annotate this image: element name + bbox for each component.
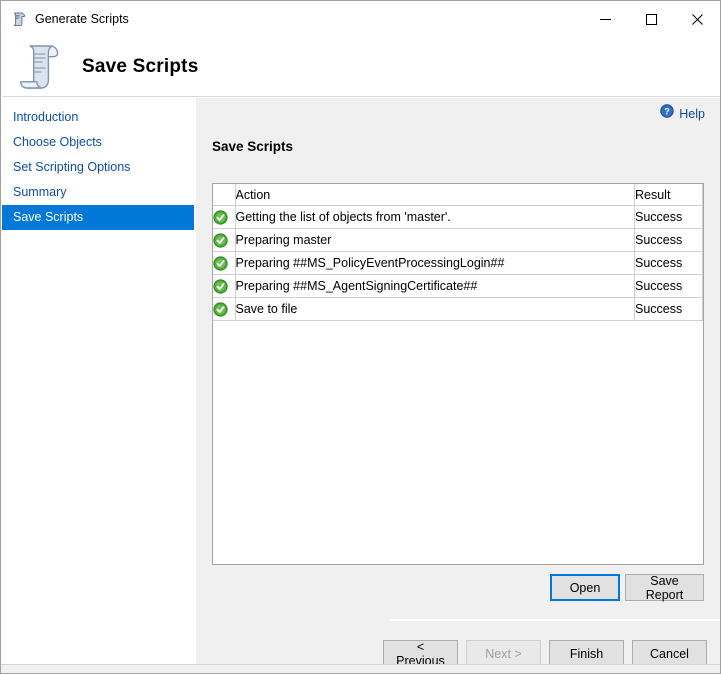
window-body: Introduction Choose Objects Set Scriptin… [2, 98, 721, 666]
table-row[interactable]: Getting the list of objects from 'master… [213, 206, 703, 229]
table-row[interactable]: Preparing ##MS_PolicyEventProcessingLogi… [213, 252, 703, 275]
sidebar-item-summary[interactable]: Summary [2, 180, 194, 205]
column-header-action[interactable]: Action [235, 184, 635, 206]
cell-action: Preparing master [235, 229, 635, 252]
table-row[interactable]: Preparing master Success [213, 229, 703, 252]
page-title: Save Scripts [82, 56, 198, 78]
open-button[interactable]: Open [550, 574, 620, 601]
help-question-icon: ? [660, 104, 674, 123]
cell-action: Getting the list of objects from 'master… [235, 206, 635, 229]
window-bottom-edge [1, 664, 720, 673]
close-icon[interactable] [674, 4, 720, 34]
cell-result: Success [635, 206, 703, 229]
page-header: Save Scripts [2, 37, 721, 97]
cell-result: Success [635, 275, 703, 298]
finish-button[interactable]: Finish [549, 640, 624, 667]
success-check-icon [213, 275, 235, 298]
minimize-icon[interactable] [582, 4, 628, 34]
cell-action: Save to file [235, 298, 635, 321]
table-header-row: Action Result [213, 184, 703, 206]
window-title: Generate Scripts [35, 12, 582, 26]
wizard-footer: < Previous Next > Finish Cancel [390, 621, 721, 666]
sidebar-item-set-scripting-options[interactable]: Set Scripting Options [2, 155, 194, 180]
cancel-button[interactable]: Cancel [632, 640, 707, 667]
previous-button[interactable]: < Previous [383, 640, 458, 667]
cell-action: Preparing ##MS_AgentSigningCertificate## [235, 275, 635, 298]
section-heading: Save Scripts [212, 139, 293, 154]
sidebar-item-label: Set Scripting Options [13, 160, 130, 174]
script-scroll-icon [11, 11, 27, 27]
title-bar: Generate Scripts [1, 1, 720, 37]
results-grid[interactable]: Action Result [212, 183, 704, 565]
maximize-icon[interactable] [628, 4, 674, 34]
cell-result: Success [635, 298, 703, 321]
sidebar-item-label: Save Scripts [13, 210, 83, 224]
next-button: Next > [466, 640, 541, 667]
success-check-icon [213, 229, 235, 252]
sidebar-item-save-scripts[interactable]: Save Scripts [2, 205, 194, 230]
table-row[interactable]: Preparing ##MS_AgentSigningCertificate##… [213, 275, 703, 298]
column-header-status[interactable] [213, 184, 235, 206]
help-link[interactable]: ? Help [660, 104, 705, 123]
script-scroll-large-icon [16, 42, 68, 92]
cell-result: Success [635, 229, 703, 252]
sidebar-item-label: Summary [13, 185, 66, 199]
sidebar-item-introduction[interactable]: Introduction [2, 105, 194, 130]
content-pane: ? Help Save Scripts Action Resul [196, 98, 721, 666]
results-table: Action Result [213, 184, 703, 321]
success-check-icon [213, 206, 235, 229]
wizard-nav-buttons: < Previous Next > Finish Cancel [383, 640, 707, 667]
help-label: Help [679, 107, 705, 121]
sidebar-item-choose-objects[interactable]: Choose Objects [2, 130, 194, 155]
column-header-result[interactable]: Result [635, 184, 703, 206]
success-check-icon [213, 298, 235, 321]
svg-text:?: ? [665, 106, 671, 116]
cell-action: Preparing ##MS_PolicyEventProcessingLogi… [235, 252, 635, 275]
table-row[interactable]: Save to file Success [213, 298, 703, 321]
save-report-button[interactable]: Save Report [625, 574, 704, 601]
report-actions: Open Save Report [212, 574, 704, 604]
generate-scripts-window: Generate Scripts Save Scripts [0, 0, 721, 674]
success-check-icon [213, 252, 235, 275]
sidebar-item-label: Introduction [13, 110, 78, 124]
wizard-steps-sidebar: Introduction Choose Objects Set Scriptin… [2, 98, 194, 666]
cell-result: Success [635, 252, 703, 275]
wizard-steps-list: Introduction Choose Objects Set Scriptin… [2, 98, 194, 230]
sidebar-item-label: Choose Objects [13, 135, 102, 149]
